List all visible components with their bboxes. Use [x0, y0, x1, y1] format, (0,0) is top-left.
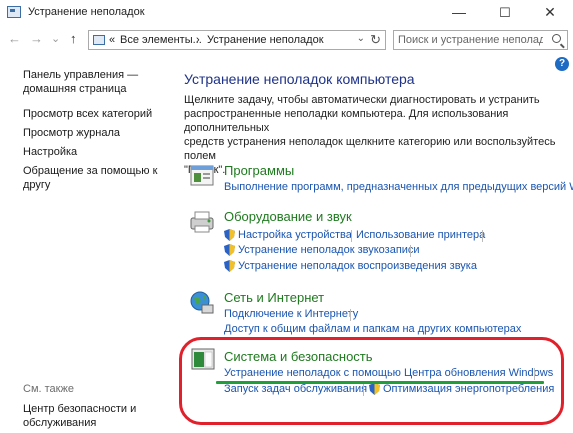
window-title: Устранение неполадок — [28, 6, 145, 18]
minimize-button[interactable]: — — [436, 0, 482, 25]
troubleshooting-app-icon — [7, 6, 21, 18]
category-programs-title[interactable]: Программы — [224, 163, 294, 178]
sidebar-home-line2: домашняя страница — [23, 83, 127, 95]
link-use-printer[interactable]: Использование принтера — [356, 229, 485, 241]
help-icon[interactable]: ? — [555, 57, 569, 71]
forward-arrow-icon[interactable]: → — [30, 31, 43, 46]
network-globe-icon — [190, 291, 214, 314]
description-line: распространенные неполадки компьютера. Д… — [184, 108, 509, 134]
link-run-old-programs[interactable]: Выполнение программ, предназначенных для… — [224, 181, 573, 193]
sidebar-security-line1: Центр безопасности и — [23, 403, 137, 415]
uac-shield-icon — [224, 229, 235, 241]
breadcrumb-troubleshooting[interactable]: Устранение неполадок — [207, 34, 324, 46]
breadcrumb-overflow[interactable]: « — [109, 34, 115, 46]
sidebar-security-line2: обслуживания — [23, 417, 97, 429]
highlight-underline — [216, 381, 544, 384]
category-network-title[interactable]: Сеть и Интернет — [224, 290, 324, 305]
breadcrumb-all-items[interactable]: Все элементы... — [120, 34, 202, 46]
link-device-setup[interactable]: Настройка устройства — [238, 229, 352, 241]
back-arrow-icon[interactable]: ← — [8, 31, 21, 46]
maximize-button[interactable]: ☐ — [482, 0, 528, 25]
title-bar: Устранение неполадок — ☐ ✕ — [0, 0, 573, 25]
hardware-printer-icon — [190, 211, 214, 233]
link-connect-internet[interactable]: Подключение к Интернету — [224, 308, 358, 320]
link-shared-folders[interactable]: Доступ к общим файлам и папкам на других… — [224, 323, 521, 335]
uac-shield-icon — [224, 244, 235, 256]
sidebar-help-line1: Обращение за помощью к — [23, 165, 158, 177]
search-box[interactable] — [393, 30, 568, 50]
link-separator — [351, 230, 352, 242]
control-panel-icon — [93, 35, 105, 45]
sidebar-item-history[interactable]: Просмотр журнала — [23, 126, 120, 140]
close-button[interactable]: ✕ — [527, 0, 573, 25]
description-line: средств устранения неполадок щелкните ка… — [184, 136, 556, 162]
link-troubleshoot-playback[interactable]: Устранение неполадок воспроизведения зву… — [238, 260, 477, 272]
sidebar-item-all-categories[interactable]: Просмотр всех категорий — [23, 107, 152, 121]
address-bar[interactable]: « Все элементы... › Устранение неполадок… — [88, 30, 386, 50]
recent-locations-dropdown[interactable]: ⌄ — [51, 32, 60, 45]
sidebar-item-get-help[interactable]: Обращение за помощью к другу — [23, 164, 157, 192]
see-also-label: См. также — [23, 383, 74, 395]
link-troubleshoot-recording[interactable]: Устранение неполадок звукозаписи — [238, 244, 420, 256]
link-separator — [350, 309, 351, 321]
link-separator — [410, 245, 411, 257]
search-icon[interactable] — [552, 34, 561, 43]
uac-shield-icon — [224, 260, 235, 272]
description-line: Щелкните задачу, чтобы автоматически диа… — [184, 94, 540, 106]
programs-icon — [190, 165, 214, 186]
navigation-bar: ← → ⌄ ↑ « Все элементы... › Устранение н… — [0, 27, 573, 53]
sidebar-home-line1: Панель управления — — [23, 69, 139, 81]
sidebar-item-settings[interactable]: Настройка — [23, 145, 77, 159]
page-title: Устранение неполадок компьютера — [184, 71, 415, 87]
up-arrow-icon[interactable]: ↑ — [70, 31, 77, 46]
sidebar-item-security-center[interactable]: Центр безопасности и обслуживания — [23, 402, 136, 430]
refresh-icon[interactable]: ↻ — [370, 32, 381, 48]
sidebar-home-link[interactable]: Панель управления — домашняя страница — [23, 68, 138, 96]
link-separator — [482, 230, 483, 242]
breadcrumb-separator: › — [196, 34, 200, 46]
search-input[interactable] — [398, 33, 543, 47]
address-history-dropdown[interactable]: ⌄ — [357, 33, 365, 44]
sidebar-help-line2: другу — [23, 179, 51, 191]
category-hardware-title[interactable]: Оборудование и звук — [224, 209, 352, 224]
